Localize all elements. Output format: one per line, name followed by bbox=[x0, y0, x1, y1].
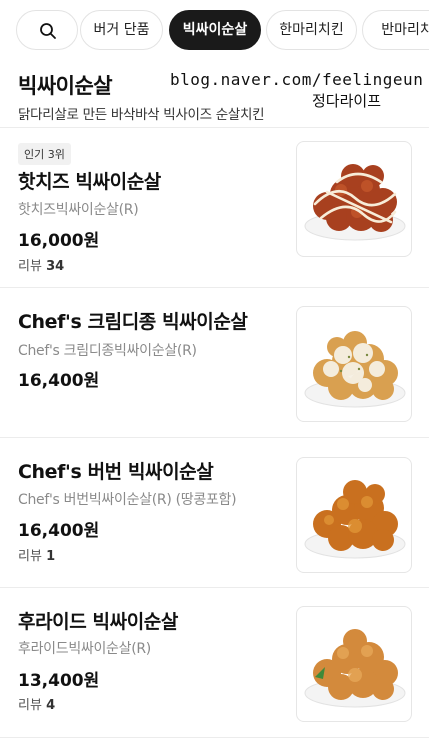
menu-item-image-bourbon[interactable] bbox=[296, 457, 412, 573]
menu-item-option: Chef's 버번빅싸이순살(R) (땅콩포함) bbox=[18, 492, 237, 508]
menu-item-image-fried[interactable] bbox=[296, 606, 412, 722]
divider bbox=[0, 737, 429, 738]
tab-half-chicken[interactable]: 반마리치 bbox=[362, 10, 429, 50]
review-label: 리뷰 bbox=[18, 698, 42, 713]
review-label: 리뷰 bbox=[18, 549, 42, 564]
blog-watermark: blog.naver.com/feelingeun bbox=[170, 70, 424, 89]
popularity-badge: 인기 3위 bbox=[18, 143, 71, 165]
menu-item-price: 16,400원 bbox=[18, 521, 100, 541]
category-description: 닭다리살로 만든 바삭바삭 빅사이즈 순살치킨 bbox=[18, 107, 265, 123]
menu-item-price: 16,400원 bbox=[18, 371, 100, 391]
tab-whole-chicken[interactable]: 한마리치킨 bbox=[266, 10, 357, 50]
menu-item-review: 리뷰 34 bbox=[18, 255, 64, 274]
menu-item-price: 16,000원 bbox=[18, 231, 100, 251]
category-title: 빅싸이순살 bbox=[18, 74, 113, 98]
menu-item-review: 리뷰 1 bbox=[18, 545, 55, 564]
menu-item-name[interactable]: Chef's 크림디종 빅싸이순살 bbox=[18, 307, 248, 334]
menu-item-option: 후라이드빅싸이순살(R) bbox=[18, 641, 151, 657]
tab-burger-single[interactable]: 버거 단품 bbox=[80, 10, 163, 50]
divider bbox=[0, 437, 429, 438]
review-count: 4 bbox=[46, 698, 56, 713]
category-tab-bar: 버거 단품 빅싸이순살 한마리치킨 반마리치 bbox=[0, 10, 429, 50]
menu-item-name[interactable]: Chef's 버번 빅싸이순살 bbox=[18, 457, 214, 484]
blog-watermark-name: 정다라이프 bbox=[312, 92, 382, 110]
divider bbox=[0, 587, 429, 588]
review-label: 리뷰 bbox=[18, 259, 42, 274]
menu-item-option: 핫치즈빅싸이순살(R) bbox=[18, 202, 139, 218]
menu-item-image-cream-dijon[interactable] bbox=[296, 306, 412, 422]
review-count: 34 bbox=[46, 259, 65, 274]
menu-item-review: 리뷰 4 bbox=[18, 694, 55, 713]
review-count: 1 bbox=[46, 549, 56, 564]
menu-item-name[interactable]: 핫치즈 빅싸이순살 bbox=[18, 167, 161, 194]
search-button[interactable] bbox=[16, 10, 78, 50]
menu-item-option: Chef's 크림디종빅싸이순살(R) bbox=[18, 343, 197, 359]
menu-item-image-hot-cheese[interactable] bbox=[296, 141, 412, 257]
divider bbox=[0, 127, 429, 128]
tab-big-thigh-boneless[interactable]: 빅싸이순살 bbox=[169, 10, 261, 50]
divider bbox=[0, 287, 429, 288]
menu-item-name[interactable]: 후라이드 빅싸이순살 bbox=[18, 607, 178, 634]
search-icon bbox=[40, 23, 56, 39]
menu-item-price: 13,400원 bbox=[18, 671, 100, 691]
